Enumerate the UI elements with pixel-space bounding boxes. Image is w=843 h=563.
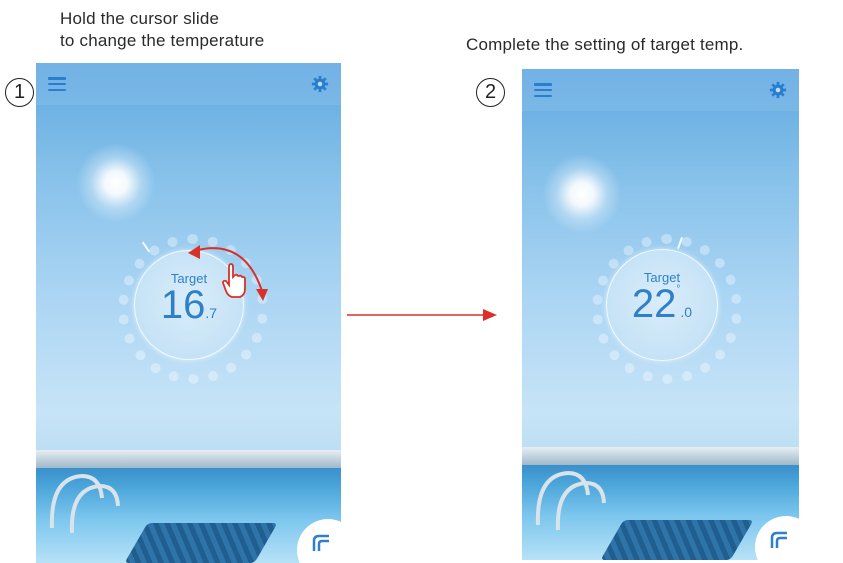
step2-caption: Complete the setting of target temp. [466, 35, 744, 54]
menu-icon[interactable] [48, 77, 66, 92]
top-bar [36, 63, 341, 105]
hand-cursor-icon [222, 263, 246, 298]
temperature-decimal: .0 [680, 304, 693, 320]
step1-caption-line2: to change the temperature [60, 31, 265, 50]
temperature-integer: 22 [631, 282, 677, 326]
step1-caption: Hold the cursor slide to change the temp… [60, 8, 264, 52]
menu-icon[interactable] [534, 83, 552, 98]
gear-icon[interactable] [311, 75, 329, 93]
arrow-corner-icon [770, 531, 787, 548]
phone-screen-step1: Target 16.7 [36, 63, 341, 563]
step-number-2: 2 [476, 78, 505, 107]
pool-mat [600, 520, 754, 560]
temperature-dial[interactable]: Target 22°.0 [606, 249, 718, 361]
pool-ladder [49, 473, 120, 534]
dial-temperature: 22° .0 [607, 282, 717, 326]
pool-mat [124, 523, 278, 563]
pool-ladder [535, 470, 606, 531]
sun-glare [76, 143, 156, 223]
gear-icon[interactable] [769, 81, 787, 99]
arrow-corner-icon [312, 534, 329, 551]
sun-glare [542, 154, 622, 234]
top-bar [522, 69, 799, 111]
degree-symbol: ° [676, 284, 681, 295]
transition-arrow [347, 309, 497, 321]
phone-screen-step2: Target 22°.0 [522, 69, 799, 560]
step-number-1: 1 [5, 78, 34, 107]
step1-caption-line1: Hold the cursor slide [60, 9, 220, 28]
